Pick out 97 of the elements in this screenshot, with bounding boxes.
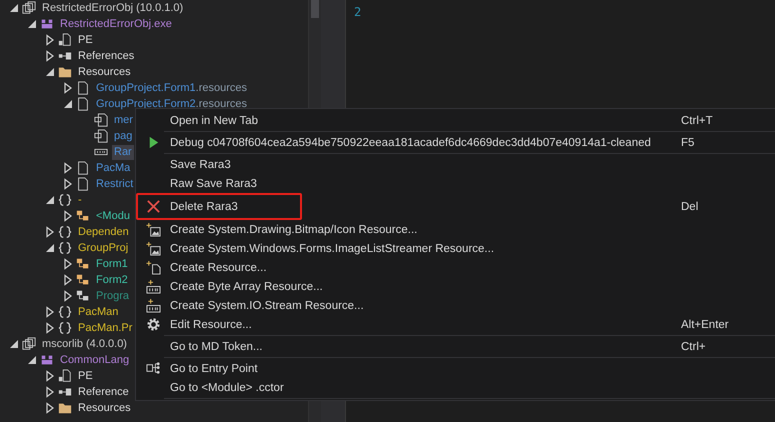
resource-item-icon xyxy=(94,129,108,143)
resources-icon xyxy=(76,161,90,175)
tree-item[interactable]: Dependen xyxy=(76,224,131,240)
expand-arrow-icon[interactable] xyxy=(44,226,56,238)
menu-item[interactable]: Go to <Module> .cctor xyxy=(136,378,775,397)
new-binary-icon xyxy=(146,298,160,313)
assembly-icon xyxy=(22,337,36,351)
tree-item[interactable]: - xyxy=(76,192,84,208)
tree-item[interactable]: References xyxy=(76,48,136,64)
tree-item[interactable]: Resources xyxy=(76,400,133,416)
assembly-icon xyxy=(22,1,36,15)
namespace-icon xyxy=(58,321,72,335)
expand-arrow-icon[interactable] xyxy=(62,178,74,190)
collapse-arrow-icon[interactable] xyxy=(8,338,20,350)
resource-item-icon xyxy=(94,113,108,127)
menu-item[interactable]: Go to MD Token... Ctrl+ xyxy=(136,337,775,356)
tree-item[interactable]: RestrictedErrorObj (10.0.1.0) xyxy=(40,0,186,16)
expand-arrow-icon[interactable] xyxy=(44,322,56,334)
expand-arrow-icon[interactable] xyxy=(62,258,74,270)
module-icon xyxy=(40,353,54,367)
class-icon xyxy=(76,257,90,271)
gear-icon xyxy=(146,317,160,332)
tree-item[interactable]: PacMa xyxy=(94,160,132,176)
scrollbar-thumb[interactable] xyxy=(311,0,319,18)
tree-item[interactable]: PE xyxy=(76,32,95,48)
expand-arrow-icon[interactable] xyxy=(62,82,74,94)
class-icon xyxy=(76,273,90,287)
tree-item[interactable]: mer xyxy=(112,112,135,128)
tree-item[interactable]: Resources xyxy=(76,64,133,80)
menu-item[interactable]: Create Resource... xyxy=(136,258,775,277)
resources-icon xyxy=(76,81,90,95)
tree-item[interactable]: pag xyxy=(112,128,134,144)
new-binary-icon xyxy=(146,279,160,294)
tree-item[interactable]: Form1 xyxy=(94,256,130,272)
line-number: 2 xyxy=(354,4,362,20)
menu-item[interactable]: Create System.Drawing.Bitmap/Icon Resource... xyxy=(136,220,775,239)
folder-icon xyxy=(58,401,72,415)
menu-item[interactable]: Raw Save Rara3 xyxy=(136,174,775,193)
collapse-arrow-icon[interactable] xyxy=(26,354,38,366)
tree-item[interactable]: RestrictedErrorObj.exe xyxy=(58,16,174,32)
collapse-arrow-icon[interactable] xyxy=(8,2,20,14)
shortcut-label: Ctrl+ xyxy=(681,340,707,352)
new-file-icon xyxy=(146,260,160,275)
new-image-icon xyxy=(146,241,160,256)
expand-arrow-icon[interactable] xyxy=(44,34,56,46)
tree-item[interactable]: Form2 xyxy=(94,272,130,288)
menu-item[interactable]: Open in New Tab Ctrl+T xyxy=(136,111,775,130)
tree-item[interactable]: GroupProject.Form2.resources xyxy=(94,96,250,112)
expand-arrow-icon[interactable] xyxy=(44,402,56,414)
menu-item[interactable]: Go to Entry Point xyxy=(136,359,775,378)
expand-arrow-icon[interactable] xyxy=(44,386,56,398)
tree-item[interactable]: <Modu xyxy=(94,208,132,224)
expand-arrow-icon[interactable] xyxy=(62,274,74,286)
tree-item[interactable]: PE xyxy=(76,368,95,384)
shortcut-label: F5 xyxy=(681,136,696,148)
expand-arrow-icon[interactable] xyxy=(44,306,56,318)
menu-item[interactable]: Edit Resource... Alt+Enter xyxy=(136,315,775,334)
namespace-icon xyxy=(58,241,72,255)
shortcut-label: Del xyxy=(681,200,700,212)
namespace-icon xyxy=(58,305,72,319)
new-image-icon xyxy=(146,222,160,237)
menu-item[interactable]: Create System.Windows.Forms.ImageListStreamer Resource... xyxy=(136,239,775,258)
collapse-arrow-icon[interactable] xyxy=(44,242,56,254)
folder-icon xyxy=(58,65,72,79)
collapse-arrow-icon[interactable] xyxy=(44,194,56,206)
shortcut-label: Ctrl+T xyxy=(681,114,714,126)
collapse-arrow-icon[interactable] xyxy=(62,98,74,110)
tree-item[interactable]: Restrict xyxy=(94,176,136,192)
tree-item[interactable]: Reference xyxy=(76,384,131,400)
tree-item[interactable]: PacMan xyxy=(76,304,120,320)
expand-arrow-icon[interactable] xyxy=(62,290,74,302)
tree-item[interactable]: CommonLang xyxy=(58,352,132,368)
menu-item[interactable]: Create System.IO.Stream Resource... xyxy=(136,296,775,315)
shortcut-label: Alt+Enter xyxy=(681,318,730,330)
expand-arrow-icon[interactable] xyxy=(44,50,56,62)
collapse-arrow-icon[interactable] xyxy=(44,66,56,78)
collapse-arrow-icon[interactable] xyxy=(26,18,38,30)
resources-icon xyxy=(76,97,90,111)
expand-arrow-icon[interactable] xyxy=(62,210,74,222)
menu-item[interactable]: Create Byte Array Resource... xyxy=(136,277,775,296)
namespace-icon xyxy=(58,225,72,239)
tree-item[interactable]: GroupProj xyxy=(76,240,130,256)
tree-item[interactable]: Progra xyxy=(94,288,132,304)
tree-item[interactable]: GroupProject.Form1.resources xyxy=(94,80,250,96)
expand-arrow-icon[interactable] xyxy=(44,370,56,382)
module-icon xyxy=(40,17,54,31)
namespace-icon xyxy=(58,193,72,207)
menu-item[interactable]: Save Rara3 xyxy=(136,155,775,174)
menu-item[interactable]: Debug c04708f604cea2a594be750922eeaa181acadef6dc4669dec3dd4b07e40914a1-cleaned F5 xyxy=(136,133,775,152)
tree-item[interactable]: PacMan.Pr xyxy=(76,320,134,336)
delete-icon xyxy=(146,199,160,214)
class-icon xyxy=(76,209,90,223)
expand-arrow-icon[interactable] xyxy=(62,162,74,174)
menu-item[interactable]: Delete Rara3 Del xyxy=(136,193,775,220)
tree-item[interactable]: mscorlib (4.0.0.0) xyxy=(40,336,129,352)
resources-icon xyxy=(76,177,90,191)
flow-icon xyxy=(146,361,160,376)
